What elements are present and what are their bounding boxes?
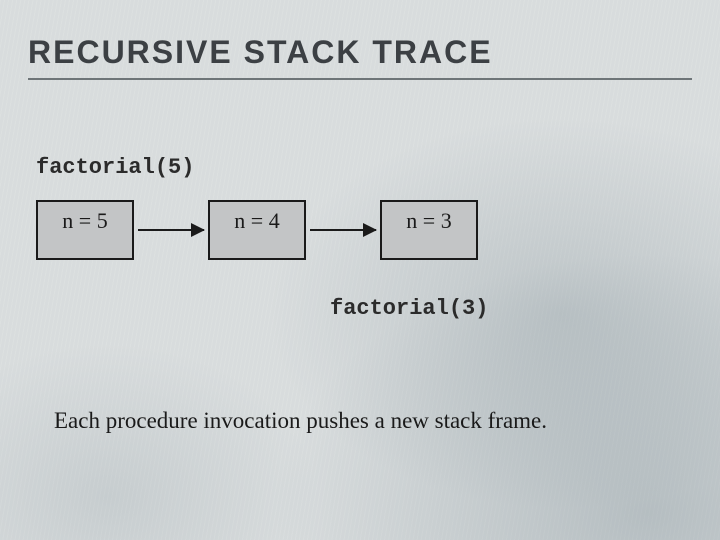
stack-frames-row: n = 5 n = 4 n = 3 (36, 200, 478, 260)
slide: RECURSIVE STACK TRACE factorial(5) n = 5… (0, 0, 720, 540)
title-underline (28, 78, 692, 80)
stack-frame: n = 4 (208, 200, 306, 260)
caption-text: Each procedure invocation pushes a new s… (54, 408, 547, 434)
stack-frame: n = 5 (36, 200, 134, 260)
call-top-label: factorial(5) (36, 155, 194, 180)
stack-frame-label: n = 5 (62, 208, 107, 234)
call-current-label: factorial(3) (330, 296, 488, 321)
arrow-icon (310, 229, 376, 231)
stack-frame: n = 3 (380, 200, 478, 260)
stack-frame-label: n = 4 (234, 208, 279, 234)
slide-title: RECURSIVE STACK TRACE (28, 34, 493, 71)
arrow-icon (138, 229, 204, 231)
stack-frame-label: n = 3 (406, 208, 451, 234)
